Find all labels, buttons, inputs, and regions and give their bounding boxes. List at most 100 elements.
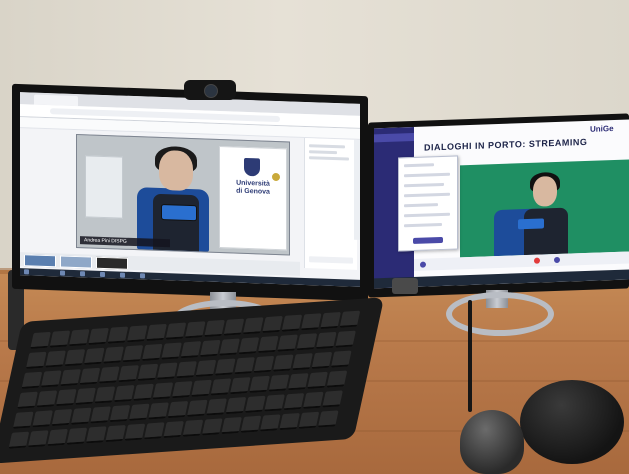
keyboard-key (79, 367, 101, 385)
keyboard-key (107, 326, 129, 344)
keyboard-key (186, 399, 208, 417)
dialog-field[interactable] (404, 222, 442, 228)
smartphone (518, 218, 544, 230)
chat-panel (304, 137, 357, 270)
keyboard-key (47, 428, 68, 447)
keyboard-key (122, 345, 144, 363)
keyboard-key (171, 381, 193, 399)
keyboard-key (17, 391, 38, 409)
keyboard-key (335, 330, 356, 348)
keyboard-key (12, 411, 34, 429)
keyboard-key (330, 350, 352, 368)
keyboard-key (88, 327, 109, 345)
keyboard-key (300, 313, 322, 331)
keyboard-key (238, 337, 260, 355)
keyboard-key (109, 404, 131, 423)
participant-thumbnail[interactable] (60, 255, 92, 269)
keyboard-key (214, 358, 236, 376)
keyboard-key (264, 394, 285, 412)
left-monitor: Università di Genova Andrea Pini DISPG (12, 83, 368, 302)
camera-lens-icon (204, 84, 218, 98)
person-head (159, 149, 193, 192)
dialog-field[interactable] (404, 212, 450, 218)
sidebar-header (374, 132, 414, 143)
keyboard-key (182, 419, 204, 437)
keyboard-key (244, 395, 266, 413)
keyboard-key (126, 325, 148, 343)
keyboard-key (199, 339, 221, 357)
keyboard-key (124, 423, 146, 441)
keyboard-key (27, 430, 49, 448)
taskbar-app-icon[interactable] (60, 270, 65, 276)
dialog-ok-button[interactable] (413, 236, 443, 244)
keyboard-key (21, 371, 43, 389)
control-dot-icon[interactable] (420, 261, 426, 268)
keyboard-key (161, 342, 182, 360)
participant-thumbnail[interactable] (96, 256, 128, 270)
mouse (460, 410, 524, 474)
keyboard-key (223, 318, 245, 336)
keyboard-key (311, 351, 333, 369)
side-toolbar (354, 139, 360, 240)
person-head (533, 175, 557, 207)
dialog-field[interactable] (404, 182, 444, 188)
keyboard-key (94, 386, 116, 404)
keyboard-key (257, 335, 279, 354)
keyboard-key (221, 416, 242, 435)
presentation-controls (414, 251, 629, 271)
university-logo-board: Università di Genova (219, 146, 287, 251)
taskbar-app-icon[interactable] (120, 272, 125, 278)
start-icon[interactable] (24, 269, 29, 275)
wireless-charger (520, 380, 624, 464)
keyboard-key (287, 373, 309, 391)
keyboard-key (292, 353, 313, 371)
record-icon[interactable] (534, 257, 540, 264)
dialog-field[interactable] (404, 203, 438, 208)
keyboard-key (262, 315, 283, 334)
keyboard-key (219, 338, 240, 356)
keyboard (0, 297, 385, 464)
keyboard-key (32, 410, 53, 428)
keyboard-key (167, 401, 189, 419)
dialog-text (404, 163, 434, 168)
keyboard-key (137, 363, 159, 381)
keyboard-key (55, 389, 77, 407)
brand-label: UniGe (590, 123, 614, 134)
slide-banner-title: DIALOGHI IN PORTO: STREAMING (424, 136, 588, 153)
keyboard-key (128, 403, 150, 421)
keyboard-key (176, 361, 197, 379)
chat-input[interactable] (309, 256, 353, 264)
keyboard-key (75, 387, 96, 405)
keyboard-key (210, 378, 232, 396)
keyboard-key (45, 350, 66, 368)
keyboard-key (322, 390, 343, 408)
smartphone (161, 203, 197, 222)
keyboard-key (49, 330, 71, 348)
person-body (524, 207, 568, 256)
keyboard-key (68, 329, 90, 347)
keyboard-key (201, 418, 223, 436)
keyboard-key (8, 431, 30, 449)
taskbar-app-icon[interactable] (100, 271, 105, 278)
keyboard-key (143, 422, 165, 440)
keyboard-key (118, 365, 139, 383)
keyboard-key (98, 366, 120, 384)
keyboard-key (146, 323, 167, 342)
taskbar-app-icon[interactable] (140, 273, 145, 279)
keyboard-key (229, 377, 251, 395)
keyboard-key (152, 382, 174, 400)
keyboard-key (253, 355, 275, 373)
taskbar-app-icon[interactable] (80, 271, 85, 277)
dialog-field[interactable] (404, 172, 450, 178)
chat-message (309, 144, 345, 149)
keyboard-key (180, 341, 202, 359)
keyboard-key (195, 359, 217, 377)
keyboard-key (339, 310, 361, 328)
keyboard-key (259, 414, 281, 432)
university-crest-icon (244, 157, 280, 182)
keyboard-key (113, 385, 135, 403)
participant-thumbnail[interactable] (24, 254, 56, 268)
dialog-field[interactable] (404, 192, 450, 198)
keyboard-key (240, 415, 262, 433)
control-dot-icon[interactable] (554, 256, 560, 264)
